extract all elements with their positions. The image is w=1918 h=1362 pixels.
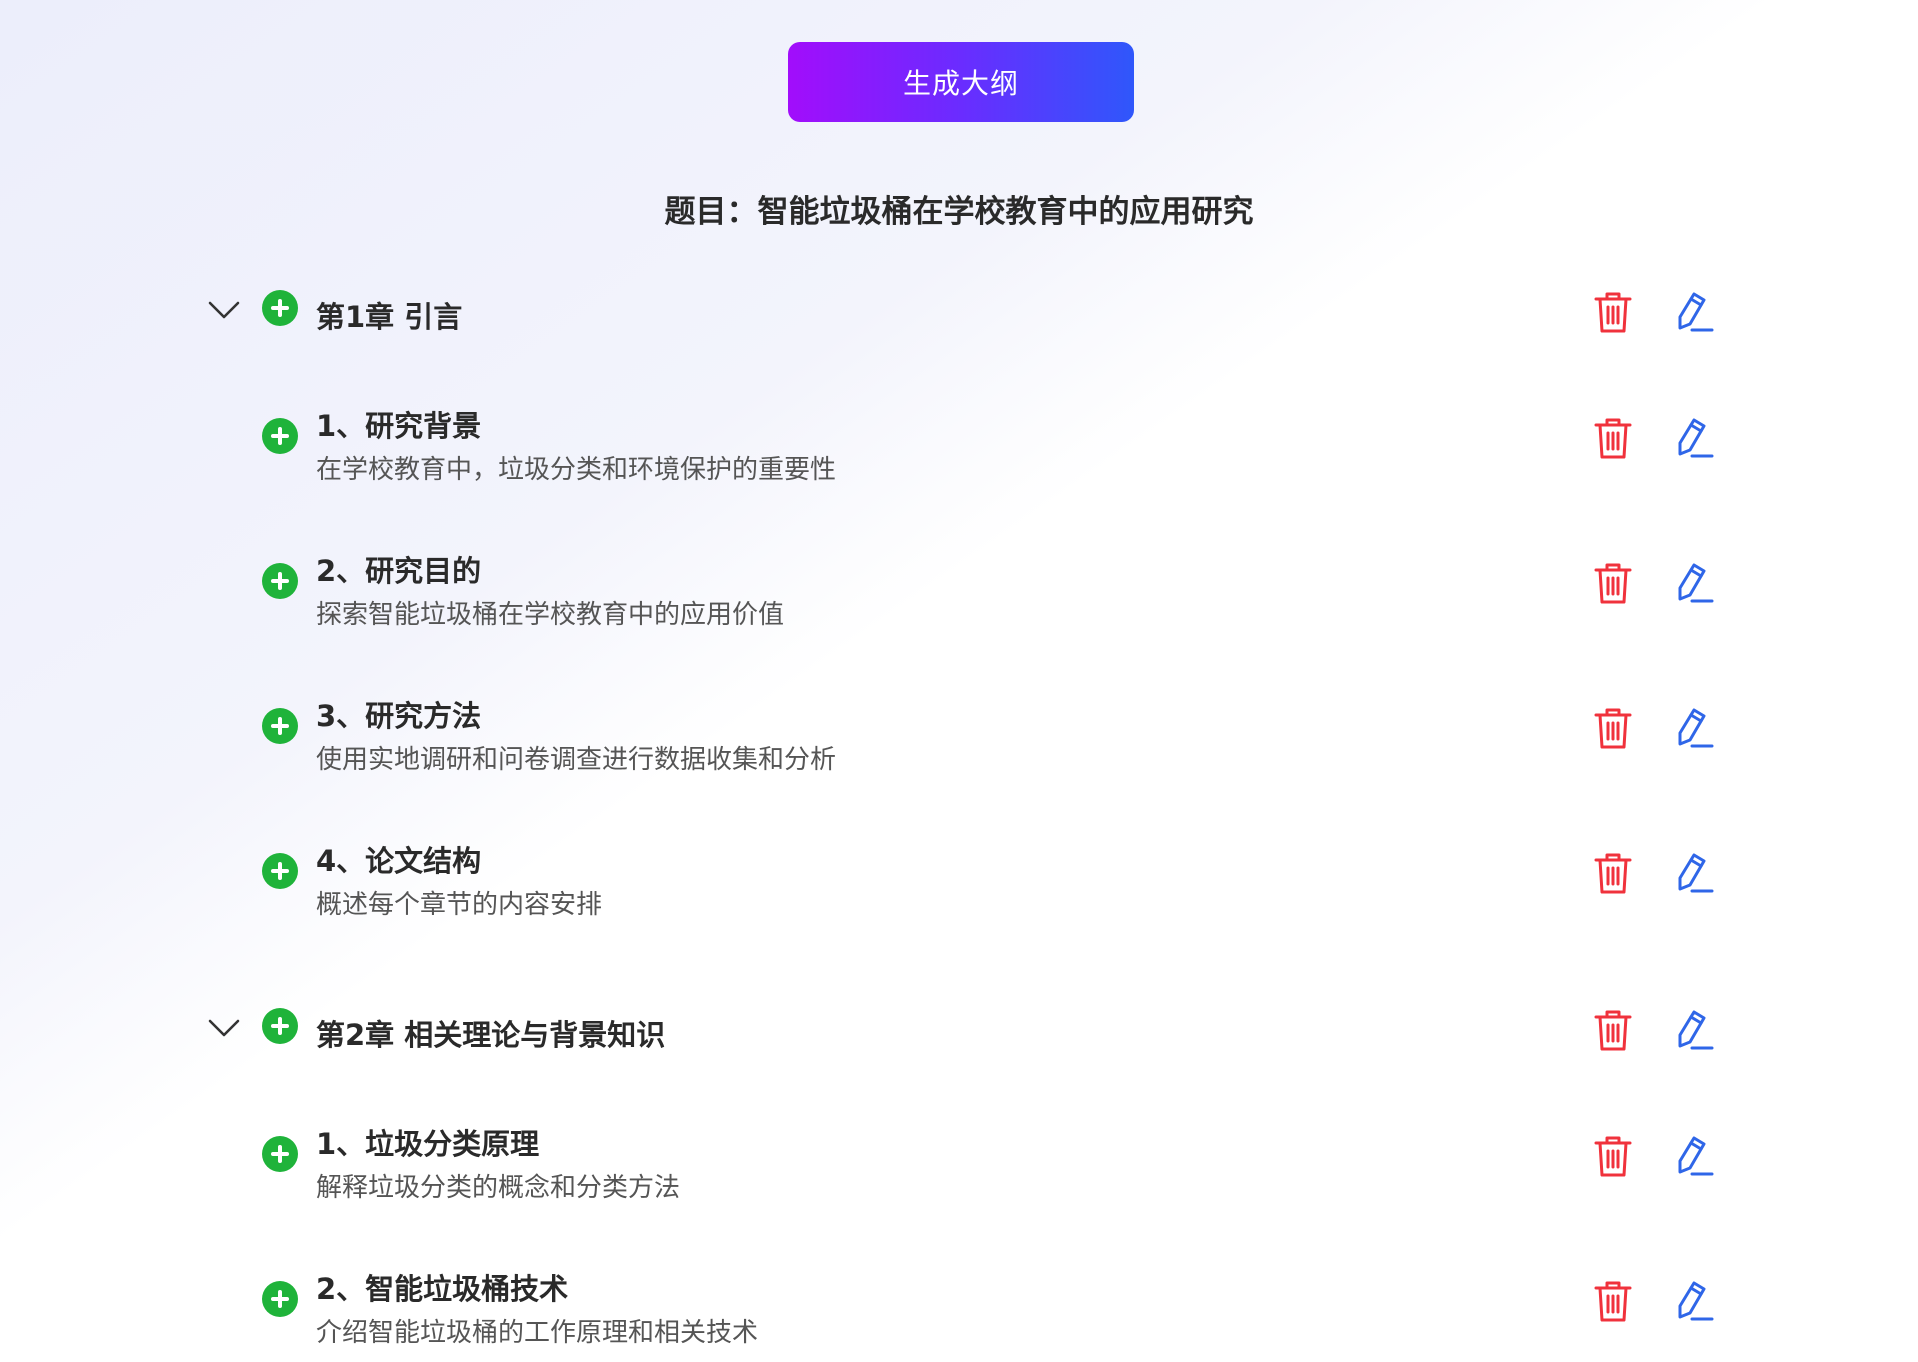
add-chapter-plus-circle-icon[interactable]: [262, 1008, 298, 1044]
section-row: 1、垃圾分类原理解释垃圾分类的概念和分类方法: [0, 1101, 1918, 1203]
chapter-label: 第2章 相关理论与背景知识: [316, 1018, 666, 1052]
add-section-plus-circle-icon[interactable]: [262, 563, 298, 599]
section-description: 解释垃圾分类的概念和分类方法: [316, 1173, 681, 1203]
chevron-down-icon[interactable]: [206, 298, 242, 322]
add-section-plus-circle-icon[interactable]: [262, 1281, 298, 1317]
section-title: 1、研究背景: [316, 409, 482, 443]
section-description: 概述每个章节的内容安排: [316, 890, 603, 920]
delete-chapter-trash-icon[interactable]: [1593, 290, 1633, 334]
delete-section-trash-icon[interactable]: [1593, 851, 1633, 895]
delete-chapter-trash-icon[interactable]: [1593, 1008, 1633, 1052]
edit-section-pencil-icon[interactable]: [1674, 1279, 1714, 1323]
edit-chapter-pencil-icon[interactable]: [1674, 290, 1714, 334]
delete-section-trash-icon[interactable]: [1593, 561, 1633, 605]
section-row: 4、论文结构概述每个章节的内容安排: [0, 818, 1918, 920]
delete-section-trash-icon[interactable]: [1593, 1279, 1633, 1323]
section-row: 2、智能垃圾桶技术介绍智能垃圾桶的工作原理和相关技术: [0, 1246, 1918, 1348]
edit-section-pencil-icon[interactable]: [1674, 416, 1714, 460]
chapter-label: 第1章 引言: [316, 300, 463, 334]
edit-section-pencil-icon[interactable]: [1674, 706, 1714, 750]
chevron-down-icon[interactable]: [206, 1016, 242, 1040]
generate-outline-button[interactable]: 生成大纲: [788, 42, 1134, 122]
chapter-row: 第1章 引言: [0, 262, 1918, 334]
outline-title: 题目：智能垃圾桶在学校教育中的应用研究: [664, 194, 1254, 230]
add-section-plus-circle-icon[interactable]: [262, 418, 298, 454]
section-title: 2、研究目的: [316, 554, 482, 588]
section-description: 在学校教育中，垃圾分类和环境保护的重要性: [316, 455, 837, 485]
add-section-plus-circle-icon[interactable]: [262, 708, 298, 744]
edit-section-pencil-icon[interactable]: [1674, 561, 1714, 605]
section-row: 1、研究背景在学校教育中，垃圾分类和环境保护的重要性: [0, 383, 1918, 485]
delete-section-trash-icon[interactable]: [1593, 1134, 1633, 1178]
section-description: 介绍智能垃圾桶的工作原理和相关技术: [316, 1318, 759, 1348]
section-description: 使用实地调研和问卷调查进行数据收集和分析: [316, 745, 837, 775]
add-section-plus-circle-icon[interactable]: [262, 853, 298, 889]
edit-section-pencil-icon[interactable]: [1674, 1134, 1714, 1178]
section-title: 4、论文结构: [316, 844, 482, 878]
section-title: 2、智能垃圾桶技术: [316, 1272, 569, 1306]
delete-section-trash-icon[interactable]: [1593, 706, 1633, 750]
add-section-plus-circle-icon[interactable]: [262, 1136, 298, 1172]
delete-section-trash-icon[interactable]: [1593, 416, 1633, 460]
chapter-row: 第2章 相关理论与背景知识: [0, 980, 1918, 1052]
section-row: 2、研究目的探索智能垃圾桶在学校教育中的应用价值: [0, 528, 1918, 630]
section-title: 1、垃圾分类原理: [316, 1127, 540, 1161]
section-description: 探索智能垃圾桶在学校教育中的应用价值: [316, 600, 785, 630]
edit-chapter-pencil-icon[interactable]: [1674, 1008, 1714, 1052]
edit-section-pencil-icon[interactable]: [1674, 851, 1714, 895]
section-title: 3、研究方法: [316, 699, 482, 733]
add-chapter-plus-circle-icon[interactable]: [262, 290, 298, 326]
section-row: 3、研究方法使用实地调研和问卷调查进行数据收集和分析: [0, 673, 1918, 775]
